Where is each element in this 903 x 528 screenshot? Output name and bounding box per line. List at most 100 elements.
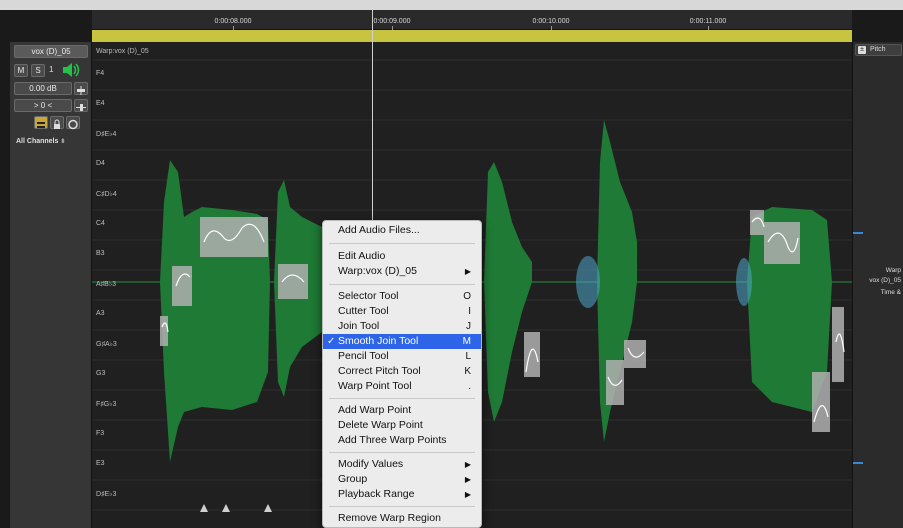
chevron-updown-icon: ⬍ bbox=[60, 139, 66, 145]
region-bar[interactable] bbox=[92, 30, 852, 42]
menu-separator bbox=[329, 506, 475, 507]
note-label: D♯E♭3 bbox=[96, 491, 117, 498]
menu-item-warp-submenu[interactable]: Warp:vox (D)_05 ▶ bbox=[323, 264, 481, 279]
menu-item-add-audio-files[interactable]: Add Audio Files... bbox=[323, 223, 481, 238]
menu-item-label: Add Three Warp Points bbox=[338, 434, 447, 446]
pitch-selector[interactable]: ± Pitch bbox=[855, 44, 902, 56]
track-header: vox (D)_05 M S 1 0.00 dB > 0 < All Chann… bbox=[10, 42, 92, 528]
note-label: G♯A♭3 bbox=[96, 341, 117, 348]
menu-item-smooth-join-tool[interactable]: ✓ Smooth Join Tool M bbox=[323, 334, 481, 349]
menu-item-label: Correct Pitch Tool bbox=[338, 365, 421, 377]
blue-marker bbox=[853, 462, 863, 464]
waveform bbox=[160, 120, 832, 462]
submenu-arrow-icon: ▶ bbox=[464, 490, 471, 499]
menu-item-label: Cutter Tool bbox=[338, 305, 389, 317]
menu-item-label: Remove Warp Region bbox=[338, 512, 441, 524]
menu-item-add-warp-point[interactable]: Add Warp Point bbox=[323, 403, 481, 418]
submenu-arrow-icon: ▶ bbox=[464, 475, 471, 484]
track-name-field[interactable]: vox (D)_05 bbox=[14, 45, 88, 58]
menu-item-edit-audio[interactable]: Edit Audio bbox=[323, 249, 481, 264]
menu-item-label: Group bbox=[338, 473, 368, 485]
menu-shortcut: J bbox=[466, 321, 471, 332]
menu-separator bbox=[329, 398, 475, 399]
note-label: C4 bbox=[96, 220, 105, 227]
volume-fader-icon[interactable] bbox=[74, 82, 88, 95]
pitch-label: Pitch bbox=[870, 46, 886, 53]
mute-button[interactable]: M bbox=[14, 64, 28, 77]
menu-item-correct-pitch-tool[interactable]: Correct Pitch Tool K bbox=[323, 364, 481, 379]
menu-item-add-three-warp-points[interactable]: Add Three Warp Points bbox=[323, 433, 481, 448]
playback-markers bbox=[200, 504, 272, 512]
ruler-tick: 0:00:10.000 bbox=[532, 18, 570, 25]
timeline-ruler[interactable]: 0:00:08.000 0:00:09.000 0:00:10.000 0:00… bbox=[92, 10, 852, 30]
record-lock-icon[interactable] bbox=[50, 116, 64, 129]
menu-item-label: Playback Range bbox=[338, 488, 415, 500]
context-menu: Add Audio Files... Edit Audio Warp:vox (… bbox=[322, 220, 482, 528]
record-enable-icon[interactable] bbox=[66, 116, 80, 130]
note-label: F4 bbox=[96, 70, 105, 77]
checkmark-icon: ✓ bbox=[327, 336, 336, 347]
submenu-arrow-icon: ▶ bbox=[464, 460, 471, 469]
menu-separator bbox=[329, 243, 475, 244]
ruler-tick: 0:00:09.000 bbox=[373, 18, 411, 25]
solo-button[interactable]: S bbox=[31, 64, 45, 77]
menu-item-label: Edit Audio bbox=[338, 250, 386, 262]
menu-item-delete-warp-point[interactable]: Delete Warp Point bbox=[323, 418, 481, 433]
note-label: E4 bbox=[96, 100, 105, 107]
menu-shortcut: L bbox=[465, 351, 471, 362]
edit-lock-icon[interactable] bbox=[34, 116, 48, 129]
inspector-warp-name: vox (D)_05 bbox=[869, 277, 901, 284]
menu-item-label: Add Warp Point bbox=[338, 404, 412, 416]
channels-selector[interactable]: All Channels ⬍ bbox=[16, 138, 65, 145]
note-label: A3 bbox=[96, 310, 105, 317]
top-window-strip bbox=[0, 0, 903, 10]
pan-knob-icon[interactable] bbox=[74, 99, 88, 112]
menu-shortcut: I bbox=[468, 306, 471, 317]
speaker-icon[interactable] bbox=[60, 62, 82, 83]
inspector-time-text: Time & bbox=[880, 289, 901, 296]
menu-item-label: Delete Warp Point bbox=[338, 419, 423, 431]
menu-item-cutter-tool[interactable]: Cutter Tool I bbox=[323, 304, 481, 319]
note-label: G3 bbox=[96, 370, 106, 377]
submenu-arrow-icon: ▶ bbox=[464, 267, 471, 276]
pan-field[interactable]: > 0 < bbox=[14, 99, 72, 112]
note-label: D♯E♭4 bbox=[96, 131, 117, 138]
menu-separator bbox=[329, 452, 475, 453]
menu-item-label: Warp:vox (D)_05 bbox=[338, 265, 417, 277]
volume-field[interactable]: 0.00 dB bbox=[14, 82, 72, 95]
ruler-tick: 0:00:08.000 bbox=[214, 18, 252, 25]
menu-item-label: Smooth Join Tool bbox=[338, 335, 419, 347]
menu-item-label: Selector Tool bbox=[338, 290, 399, 302]
menu-shortcut: O bbox=[463, 291, 471, 302]
menu-item-selector-tool[interactable]: Selector Tool O bbox=[323, 289, 481, 304]
blue-marker bbox=[853, 232, 863, 234]
track-number: 1 bbox=[49, 65, 54, 74]
note-label: F3 bbox=[96, 430, 105, 437]
note-label: E3 bbox=[96, 460, 105, 467]
menu-item-label: Pencil Tool bbox=[338, 350, 389, 362]
note-label: D4 bbox=[96, 160, 105, 167]
menu-item-join-tool[interactable]: Join Tool J bbox=[323, 319, 481, 334]
menu-separator bbox=[329, 284, 475, 285]
ruler-tick: 0:00:11.000 bbox=[689, 18, 727, 25]
menu-item-playback-range[interactable]: Playback Range ▶ bbox=[323, 487, 481, 502]
note-label: A♯B♭3 bbox=[96, 281, 117, 288]
menu-item-modify-values[interactable]: Modify Values ▶ bbox=[323, 457, 481, 472]
menu-shortcut: M bbox=[462, 336, 471, 347]
menu-item-label: Warp Point Tool bbox=[338, 380, 412, 392]
note-label: C♯D♭4 bbox=[96, 191, 117, 198]
menu-shortcut: . bbox=[468, 381, 471, 392]
inspector-panel: ± Pitch Warp vox (D)_05 Time & bbox=[852, 42, 903, 528]
menu-item-pencil-tool[interactable]: Pencil Tool L bbox=[323, 349, 481, 364]
inspector-warp-text: Warp bbox=[885, 267, 901, 274]
menu-item-group[interactable]: Group ▶ bbox=[323, 472, 481, 487]
note-label: B3 bbox=[96, 250, 105, 257]
menu-shortcut: K bbox=[464, 366, 471, 377]
menu-item-label: Join Tool bbox=[338, 320, 380, 332]
note-label: F♯G♭3 bbox=[96, 401, 117, 408]
menu-item-remove-warp-region[interactable]: Remove Warp Region bbox=[323, 511, 481, 526]
plus-minus-icon: ± bbox=[858, 46, 866, 54]
warp-region-label: Warp:vox (D)_05 bbox=[96, 48, 149, 55]
menu-item-warp-point-tool[interactable]: Warp Point Tool. bbox=[323, 379, 481, 394]
menu-item-label: Modify Values bbox=[338, 458, 404, 470]
